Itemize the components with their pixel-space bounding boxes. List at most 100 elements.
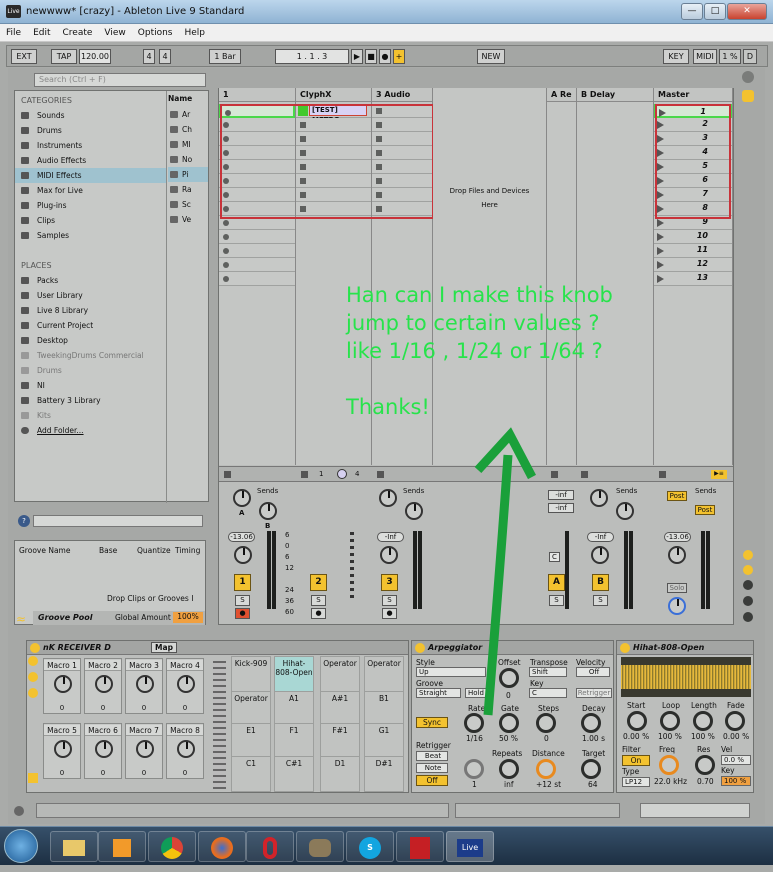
send-a-knob[interactable] xyxy=(233,489,251,507)
signature-denominator[interactable]: 4 xyxy=(159,49,171,64)
track-3-header[interactable]: 3 Audio xyxy=(372,88,432,102)
skype-taskbar-icon[interactable]: S xyxy=(346,831,394,862)
tap-tempo-button[interactable]: TAP xyxy=(51,49,77,64)
device-on-icon[interactable] xyxy=(30,643,40,653)
io-toggle-icon[interactable] xyxy=(743,550,753,560)
drum-pad[interactable]: E1 xyxy=(231,723,271,759)
menu-view[interactable]: View xyxy=(98,24,131,42)
track-activator[interactable]: A xyxy=(548,574,565,591)
send-b-knob[interactable] xyxy=(405,502,423,520)
start-knob[interactable] xyxy=(627,711,647,731)
menu-create[interactable]: Create xyxy=(57,24,99,42)
stop-square[interactable] xyxy=(659,471,666,478)
target-knob[interactable] xyxy=(581,759,601,779)
solo-button[interactable]: S xyxy=(549,595,564,606)
acrobat-taskbar-icon[interactable] xyxy=(396,831,444,862)
category-audio-effects[interactable]: Audio Effects xyxy=(15,153,166,168)
device-on-icon[interactable] xyxy=(415,643,425,653)
drum-pad[interactable]: Operator xyxy=(364,656,404,692)
return-a-header[interactable]: A Re xyxy=(547,88,576,102)
macro-knob[interactable] xyxy=(54,740,72,758)
send-b-knob[interactable] xyxy=(616,502,634,520)
macro-knob[interactable] xyxy=(54,675,72,693)
stop-square[interactable] xyxy=(377,471,384,478)
sync-button[interactable]: Sync xyxy=(416,717,448,728)
place-tweekingdrums[interactable]: TweekingDrums Commercial xyxy=(15,348,166,363)
category-clips[interactable]: Clips xyxy=(15,213,166,228)
category-max-for-live[interactable]: Max for Live xyxy=(15,183,166,198)
mixer-toggle-icon[interactable] xyxy=(743,596,753,606)
post-button[interactable]: Post xyxy=(667,491,687,501)
clip-slot[interactable] xyxy=(219,230,295,244)
volume-display[interactable]: -13.06 xyxy=(664,532,691,542)
map-button[interactable]: Map xyxy=(151,642,177,653)
scene-launch[interactable]: 11 xyxy=(654,244,732,258)
drum-pad[interactable]: C1 xyxy=(231,756,271,792)
send-a-knob[interactable] xyxy=(590,489,608,507)
key-map-button[interactable]: KEY xyxy=(663,49,689,64)
ext-sync-button[interactable]: EXT xyxy=(11,49,37,64)
stop-square[interactable] xyxy=(581,471,588,478)
drum-pad[interactable]: C#1 xyxy=(274,756,314,792)
solo-button[interactable]: S xyxy=(382,595,397,606)
pan-knob[interactable] xyxy=(668,546,686,564)
midi-input-icon[interactable] xyxy=(28,773,38,783)
place-current-project[interactable]: Current Project xyxy=(15,318,166,333)
drum-pad[interactable]: D1 xyxy=(320,756,360,792)
macro-knob-3[interactable]: Macro 3 0 xyxy=(125,658,163,714)
freq-knob[interactable] xyxy=(659,755,679,775)
waveform-display[interactable] xyxy=(621,657,751,697)
minimize-button[interactable]: — xyxy=(681,3,703,20)
place-ni[interactable]: NI xyxy=(15,378,166,393)
start-button-icon[interactable] xyxy=(4,829,38,863)
live-taskbar-icon[interactable]: Live xyxy=(446,831,494,862)
devices-toggle-icon[interactable] xyxy=(28,688,38,698)
clip-slot[interactable] xyxy=(219,258,295,272)
menu-help[interactable]: Help xyxy=(179,24,212,42)
return-b-header[interactable]: B Delay xyxy=(577,88,653,102)
track-activator[interactable]: 2 xyxy=(310,574,327,591)
explorer-taskbar-icon[interactable] xyxy=(50,831,98,862)
drum-pad[interactable]: D#1 xyxy=(364,756,404,792)
macro-knob-1[interactable]: Macro 1 0 xyxy=(43,658,81,714)
track-activator[interactable]: B xyxy=(592,574,609,591)
pad-scroll-strip[interactable] xyxy=(213,661,226,789)
length-knob[interactable] xyxy=(693,711,713,731)
browser-item[interactable]: MI xyxy=(168,137,208,152)
place-battery3[interactable]: Battery 3 Library xyxy=(15,393,166,408)
tempo-field[interactable]: 120.00 xyxy=(79,49,111,64)
sends-toggle-icon[interactable] xyxy=(743,565,753,575)
play-button[interactable]: ▶ xyxy=(351,49,363,64)
drum-pad[interactable]: B1 xyxy=(364,691,404,727)
place-kits[interactable]: Kits xyxy=(15,408,166,423)
macro-knob[interactable] xyxy=(177,675,195,693)
decay-knob[interactable] xyxy=(581,713,601,733)
info-icon[interactable]: ? xyxy=(18,515,30,527)
signature-numerator[interactable]: 4 xyxy=(143,49,155,64)
drum-pad[interactable]: Kick-909 xyxy=(231,656,271,692)
drum-pad-selected[interactable]: Hihat-808-Open xyxy=(274,656,314,692)
cue-volume-knob[interactable] xyxy=(668,597,686,615)
drum-pad[interactable]: A1 xyxy=(274,691,314,727)
send-b-value[interactable]: -inf xyxy=(548,503,574,513)
repeats-knob[interactable] xyxy=(499,759,519,779)
scene-launch[interactable]: 12 xyxy=(654,258,732,272)
retrigger-beat-button[interactable]: Beat xyxy=(416,751,448,761)
velocity-toggle[interactable]: Off xyxy=(576,667,610,677)
menu-edit[interactable]: Edit xyxy=(27,24,56,42)
session-view-icon[interactable] xyxy=(742,90,754,102)
add-folder-link[interactable]: Add Folder... xyxy=(15,423,166,438)
macro-knob-6[interactable]: Macro 6 0 xyxy=(84,723,122,779)
track-2-header[interactable]: ClyphX xyxy=(296,88,371,102)
track-activator[interactable]: 1 xyxy=(234,574,251,591)
opera-taskbar-icon[interactable] xyxy=(246,831,294,862)
chain-toggle-icon[interactable] xyxy=(28,672,38,682)
gimp-taskbar-icon[interactable] xyxy=(296,831,344,862)
returns-toggle-icon[interactable] xyxy=(743,580,753,590)
place-live8-library[interactable]: Live 8 Library xyxy=(15,303,166,318)
send-a-knob[interactable] xyxy=(379,489,397,507)
velocity-retrigger-button[interactable]: Retrigger xyxy=(576,688,612,698)
solo-button[interactable]: S xyxy=(235,595,250,606)
drum-pad[interactable]: Operator xyxy=(231,691,271,727)
crossfade-c[interactable]: C xyxy=(549,552,560,562)
